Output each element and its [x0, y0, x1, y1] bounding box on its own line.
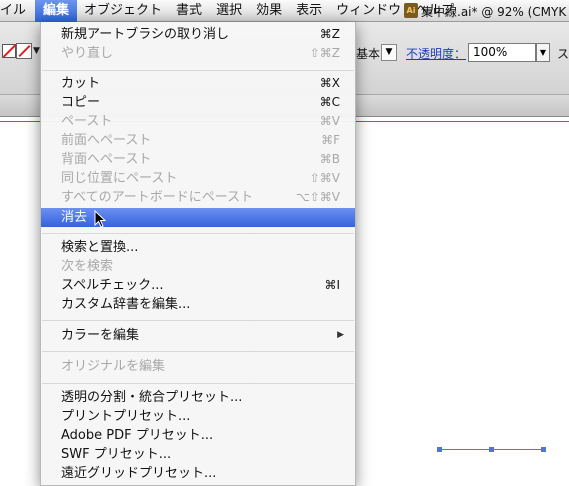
menu-type[interactable]: 書式 — [169, 0, 209, 22]
menu-item-copy[interactable]: コピー ⌘C — [41, 93, 355, 112]
menu-item-paste-all-artboards[interactable]: すべてのアートボードにペースト ⌥⇧⌘V — [41, 188, 355, 207]
menu-item-flattener-presets[interactable]: 透明の分割・統合プリセット... — [41, 388, 355, 407]
menu-view[interactable]: 表示 — [289, 0, 329, 22]
menu-item-shortcut: ⇧⌘Z — [309, 46, 340, 60]
control-bar-overflow-label: ス — [557, 47, 569, 61]
menu-item-shortcut: ⌥⇧⌘V — [295, 190, 340, 204]
menu-item-label: ペースト — [61, 114, 113, 129]
style-dropdown-icon[interactable]: ▼ — [381, 44, 397, 61]
menu-item-label: Adobe PDF プリセット... — [61, 428, 214, 443]
menu-item-label: スペルチェック... — [61, 278, 164, 293]
menu-item-undo-art-brush[interactable]: 新規アートブラシの取り消し ⌘Z — [41, 25, 355, 44]
opacity-label[interactable]: 不透明度： — [406, 45, 466, 62]
menu-separator — [42, 383, 354, 384]
menu-item-shortcut: ⌘C — [319, 95, 340, 109]
menu-file[interactable]: イル — [0, 0, 35, 22]
menu-item-shortcut: ⌘B — [319, 152, 340, 166]
menu-item-paste-in-place[interactable]: 同じ位置にペースト ⇧⌘V — [41, 169, 355, 188]
menu-item-label: 新規アートブラシの取り消し — [61, 27, 229, 42]
illustrator-file-icon: Ai — [404, 3, 418, 18]
edit-menu-dropdown: 新規アートブラシの取り消し ⌘Z やり直し ⇧⌘Z カット ⌘X コピー ⌘C … — [40, 22, 356, 486]
menu-select[interactable]: 選択 — [209, 0, 249, 22]
menu-separator — [42, 320, 354, 321]
menu-item-clear[interactable]: 消去 — [41, 208, 355, 227]
menu-item-swf-presets[interactable]: SWF プリセット... — [41, 445, 355, 464]
menu-item-label: 消去 — [61, 210, 88, 225]
menu-item-redo[interactable]: やり直し ⇧⌘Z — [41, 44, 355, 63]
menu-item-perspective-grid-presets[interactable]: 遠近グリッドプリセット... — [41, 464, 355, 483]
menu-item-shortcut: ⌘I — [324, 278, 340, 292]
anchor-point-handle[interactable] — [541, 447, 546, 452]
menu-item-label: カット — [61, 76, 101, 91]
menu-item-print-presets[interactable]: プリントプリセット... — [41, 407, 355, 426]
menu-item-paste[interactable]: ペースト ⌘V — [41, 112, 355, 131]
menu-edit[interactable]: 編集 — [35, 0, 78, 22]
document-tab-title[interactable]: 集中線.ai* @ 92% (CMYK — [421, 3, 566, 20]
fill-swatch-icon[interactable] — [16, 43, 32, 59]
menu-item-pdf-presets[interactable]: Adobe PDF プリセット... — [41, 426, 355, 445]
menu-item-label: 検索と置換... — [61, 240, 139, 255]
menu-item-label: 同じ位置にペースト — [61, 171, 178, 186]
menu-item-cut[interactable]: カット ⌘X — [41, 74, 355, 93]
menu-item-edit-original[interactable]: オリジナルを編集 — [41, 357, 355, 376]
menu-item-shortcut: ⌘V — [319, 114, 340, 128]
opacity-input[interactable]: 100% — [468, 43, 536, 62]
menu-item-shortcut: ⌘F — [321, 133, 340, 147]
menu-item-paste-in-front[interactable]: 前面へペースト ⌘F — [41, 131, 355, 150]
menu-separator — [42, 70, 354, 71]
menu-item-label: 次を検索 — [61, 259, 114, 274]
menu-item-shortcut: ⌘X — [319, 76, 340, 90]
menu-item-label: 遠近グリッドプリセット... — [61, 466, 217, 481]
opacity-dropdown-icon[interactable]: ▼ — [536, 43, 550, 62]
menu-separator — [42, 233, 354, 234]
menu-separator — [42, 351, 354, 352]
menu-effect[interactable]: 効果 — [249, 0, 289, 22]
menu-item-label: すべてのアートボードにペースト — [61, 190, 254, 205]
menu-item-find-next[interactable]: 次を検索 — [41, 257, 355, 276]
menu-item-label: コピー — [61, 95, 101, 110]
anchor-point-handle[interactable] — [437, 447, 442, 452]
menu-item-label: 前面へペースト — [61, 133, 152, 148]
menu-item-label: SWF プリセット... — [61, 447, 172, 462]
triangle-right-icon: ▶ — [337, 330, 344, 340]
menu-object[interactable]: オブジェクト — [77, 0, 169, 22]
menu-item-label: カラーを編集 — [61, 328, 140, 343]
menu-item-label: カスタム辞書を編集... — [61, 297, 191, 312]
menu-item-find-replace[interactable]: 検索と置換... — [41, 238, 355, 257]
menu-item-paste-in-back[interactable]: 背面へペースト ⌘B — [41, 150, 355, 169]
arrow-pointer-icon — [94, 210, 106, 228]
menu-item-label: プリントプリセット... — [61, 409, 191, 424]
menu-window[interactable]: ウィンドウ — [329, 0, 408, 22]
anchor-point-handle[interactable] — [489, 447, 494, 452]
swatch-dropdown-icon[interactable]: ▼ — [33, 46, 40, 56]
menu-item-edit-colors[interactable]: カラーを編集 ▶ — [41, 326, 355, 345]
menu-item-shortcut: ⌘Z — [319, 27, 340, 41]
menu-item-label: 透明の分割・統合プリセット... — [61, 390, 243, 405]
menu-item-spell-check[interactable]: スペルチェック... ⌘I — [41, 276, 355, 295]
menu-item-label: オリジナルを編集 — [61, 359, 166, 374]
style-select-value[interactable]: 基本 — [356, 45, 380, 62]
stroke-swatch-icon[interactable] — [2, 44, 16, 58]
menu-item-label: 背面へペースト — [61, 152, 152, 167]
menu-item-shortcut: ⇧⌘V — [309, 171, 340, 185]
menu-item-label: やり直し — [61, 46, 114, 61]
menu-item-custom-dictionary[interactable]: カスタム辞書を編集... — [41, 295, 355, 314]
